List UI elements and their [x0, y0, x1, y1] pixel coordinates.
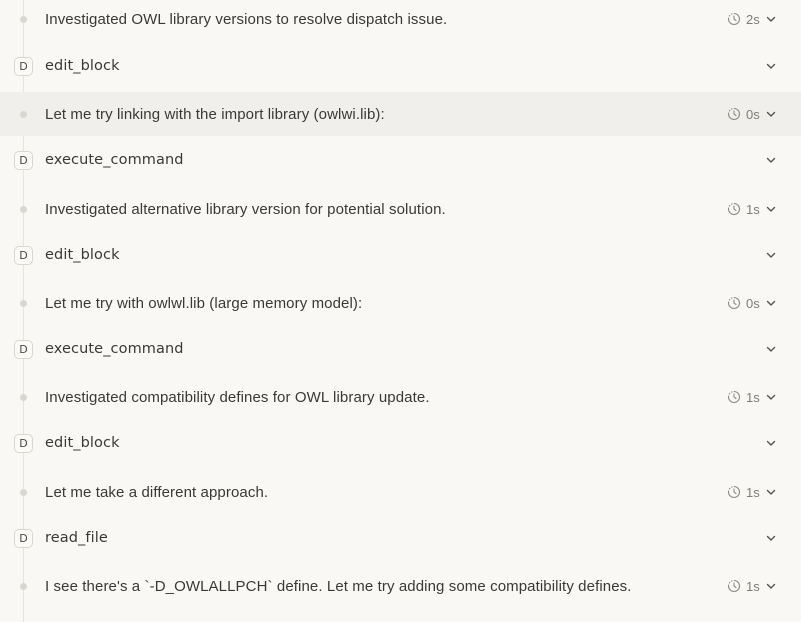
thought-summary: Investigated alternative library version… [45, 200, 446, 218]
timer-icon [727, 390, 741, 404]
tool-meta [765, 532, 777, 544]
timer-icon [727, 202, 741, 216]
tool-meta [765, 60, 777, 72]
tool-badge: D [14, 245, 33, 265]
tool-call-row[interactable]: D edit_block [0, 233, 801, 277]
tool-name: edit_block [45, 435, 120, 451]
tool-meta [765, 154, 777, 166]
tool-name: edit_block [45, 247, 120, 263]
tool-name: read_file [45, 530, 108, 546]
chevron-down-icon[interactable] [765, 108, 777, 120]
chevron-down-icon[interactable] [765, 154, 777, 166]
thought-duration: 0s [746, 106, 760, 122]
chevron-down-icon[interactable] [765, 249, 777, 261]
thought-summary: Investigated OWL library versions to res… [45, 10, 448, 28]
chevron-down-icon[interactable] [765, 580, 777, 592]
chevron-down-icon[interactable] [765, 13, 777, 25]
tool-call-row[interactable]: D read_file [0, 516, 801, 560]
thought-meta: 0s [727, 107, 777, 122]
timeline-dot [12, 198, 35, 221]
thought-duration: 0s [746, 295, 760, 311]
tool-badge: D [14, 56, 33, 76]
tool-badge: D [14, 433, 33, 453]
tool-marker: D [12, 55, 35, 78]
tool-meta [765, 437, 777, 449]
chevron-down-icon[interactable] [765, 532, 777, 544]
timeline-dot [12, 575, 35, 598]
tool-marker: D [12, 432, 35, 455]
tool-marker: D [12, 244, 35, 267]
thought-summary: Let me take a different approach. [45, 483, 269, 501]
timeline-dot [12, 103, 35, 126]
tool-marker: D [12, 338, 35, 361]
thought-meta: 1s [727, 390, 777, 405]
chevron-down-icon[interactable] [765, 486, 777, 498]
timer-icon [727, 485, 741, 499]
thought-meta: 2s [727, 12, 777, 27]
thought-row[interactable]: Investigated compatibility defines for O… [0, 375, 801, 419]
timeline-dot [12, 8, 35, 31]
thought-row[interactable]: I see there's a `-D_OWLALLPCH` define. L… [0, 564, 801, 608]
chevron-down-icon[interactable] [765, 437, 777, 449]
thought-meta: 1s [727, 485, 777, 500]
thought-row[interactable]: Let me try with owlwl.lib (large memory … [0, 281, 801, 325]
thought-duration: 1s [746, 389, 760, 405]
timer-icon [727, 296, 741, 310]
thought-summary: I see there's a `-D_OWLALLPCH` define. L… [45, 577, 632, 595]
tool-meta [765, 343, 777, 355]
thought-row[interactable]: Let me try linking with the import libra… [0, 92, 801, 136]
tool-call-row[interactable]: D edit_block [0, 421, 801, 465]
thought-summary: Let me try with owlwl.lib (large memory … [45, 294, 363, 312]
chevron-down-icon[interactable] [765, 297, 777, 309]
thought-duration: 1s [746, 484, 760, 500]
tool-badge: D [14, 150, 33, 170]
chevron-down-icon[interactable] [765, 343, 777, 355]
thought-row[interactable]: Investigated OWL library versions to res… [0, 0, 801, 41]
thought-summary: Let me try linking with the import libra… [45, 105, 385, 123]
timer-icon [727, 579, 741, 593]
chevron-down-icon[interactable] [765, 203, 777, 215]
thought-row[interactable]: Let me take a different approach. 1s [0, 470, 801, 514]
tool-name: execute_command [45, 152, 184, 168]
timeline-dot [12, 292, 35, 315]
timeline-dot [12, 481, 35, 504]
tool-name: edit_block [45, 58, 120, 74]
activity-timeline: Investigated OWL library versions to res… [0, 0, 801, 622]
tool-marker: D [12, 149, 35, 172]
thought-duration: 1s [746, 578, 760, 594]
tool-badge: D [14, 528, 33, 548]
tool-marker: D [12, 527, 35, 550]
thought-meta: 1s [727, 202, 777, 217]
timer-icon [727, 107, 741, 121]
thought-duration: 1s [746, 201, 760, 217]
thought-meta: 1s [727, 579, 777, 594]
timeline-dot [12, 386, 35, 409]
chevron-down-icon[interactable] [765, 391, 777, 403]
tool-call-row[interactable]: D edit_block [0, 44, 801, 88]
thought-duration: 2s [746, 11, 760, 27]
tool-badge: D [14, 339, 33, 359]
tool-call-row[interactable]: D execute_command [0, 327, 801, 371]
tool-name: execute_command [45, 341, 184, 357]
timer-icon [727, 12, 741, 26]
thought-summary: Investigated compatibility defines for O… [45, 388, 430, 406]
thought-meta: 0s [727, 296, 777, 311]
chevron-down-icon[interactable] [765, 60, 777, 72]
tool-meta [765, 249, 777, 261]
tool-call-row[interactable]: D execute_command [0, 138, 801, 182]
thought-row[interactable]: Investigated alternative library version… [0, 187, 801, 231]
